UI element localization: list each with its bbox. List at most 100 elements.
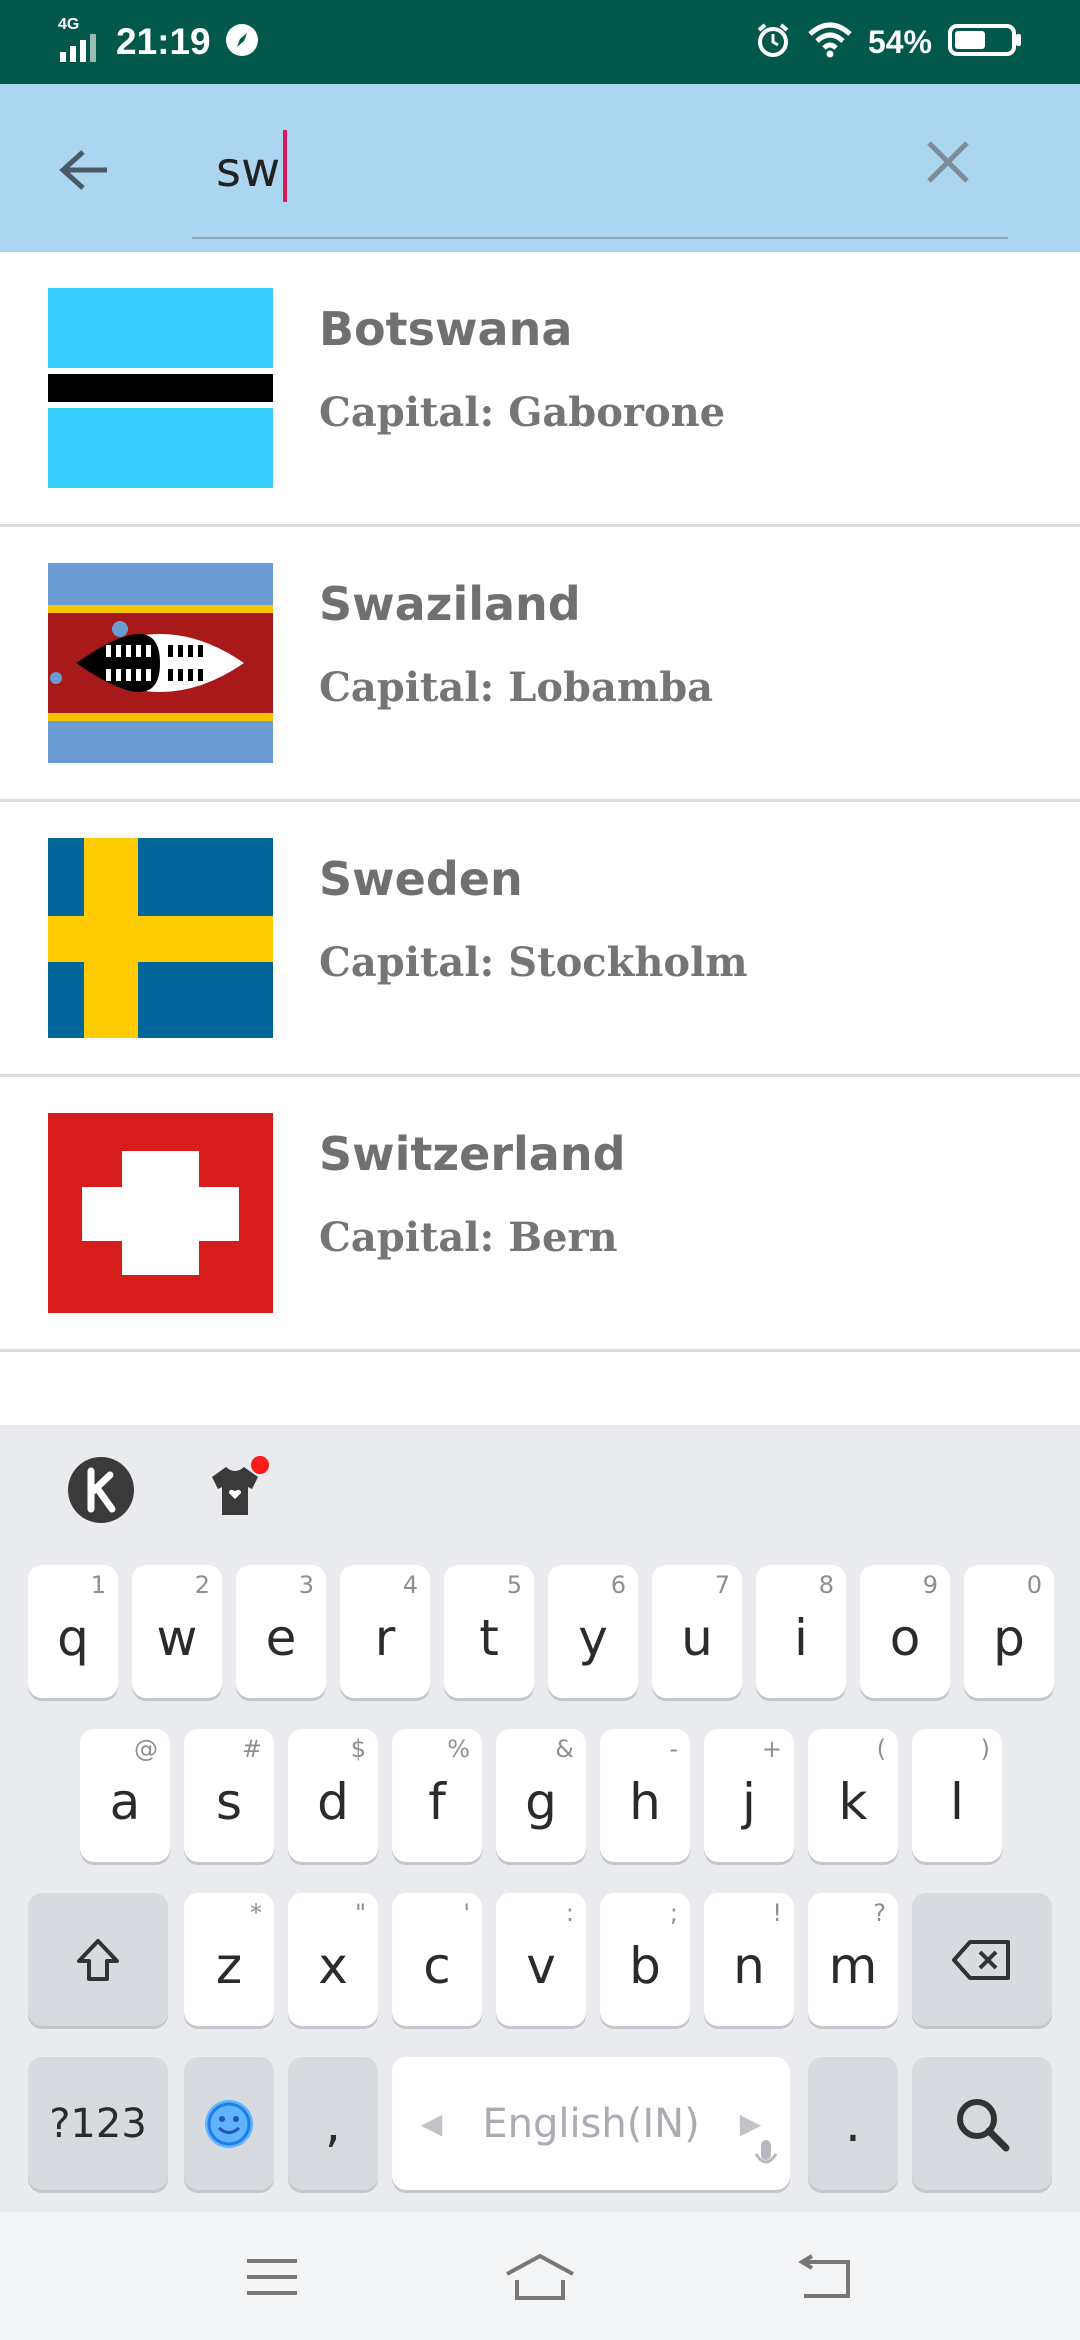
mic-icon: [752, 2128, 780, 2186]
key-a[interactable]: @ a: [80, 1729, 170, 1862]
key-n[interactable]: ! n: [704, 1893, 794, 2026]
battery-icon: [948, 23, 1022, 61]
key-hint: *: [250, 1899, 262, 1927]
search-input[interactable]: [192, 132, 916, 208]
key-label: f: [428, 1772, 446, 1831]
key-p[interactable]: 0p: [964, 1565, 1054, 1698]
country-name: Swaziland: [319, 577, 581, 631]
key-d[interactable]: $ d: [288, 1729, 378, 1862]
text-cursor: [283, 130, 287, 202]
period-key[interactable]: .: [808, 2057, 898, 2190]
key-y[interactable]: 6y: [548, 1565, 638, 1698]
backspace-key[interactable]: [912, 1893, 1052, 2026]
key-label: l: [950, 1772, 964, 1831]
key-c[interactable]: ' c: [392, 1893, 482, 2026]
key-label: m: [828, 1936, 878, 1995]
key-b[interactable]: ; b: [600, 1893, 690, 2026]
results-list: Botswana Capital: Gaborone Swaziland Cap…: [0, 252, 1080, 1352]
key-label: b: [629, 1936, 661, 1995]
alarm-icon: [754, 21, 792, 63]
search-underline: [192, 237, 1008, 239]
key-label: x: [318, 1936, 348, 1995]
key-hint: 2: [194, 1571, 210, 1599]
key-e[interactable]: 3e: [236, 1565, 326, 1698]
key-hint: !: [772, 1899, 782, 1927]
search-key[interactable]: [912, 2057, 1052, 2190]
capital-text: Capital: Bern: [319, 1214, 618, 1261]
key-hint: 6: [610, 1571, 626, 1599]
home-icon[interactable]: [500, 2242, 580, 2312]
back-button[interactable]: [44, 132, 124, 212]
clear-search-button[interactable]: [908, 124, 988, 204]
compass-icon: [225, 23, 259, 61]
key-label: u: [681, 1608, 713, 1667]
list-item[interactable]: Switzerland Capital: Bern: [0, 1077, 1080, 1352]
key-hint: 9: [922, 1571, 938, 1599]
key-label: c: [423, 1936, 451, 1995]
key-x[interactable]: " x: [288, 1893, 378, 2026]
list-item[interactable]: Sweden Capital: Stockholm: [0, 802, 1080, 1077]
key-label: i: [794, 1608, 808, 1667]
key-hint: 8: [818, 1571, 834, 1599]
key-h[interactable]: -h: [600, 1729, 690, 1862]
key-j[interactable]: + j: [704, 1729, 794, 1862]
key-label: e: [265, 1608, 297, 1667]
k-logo-icon[interactable]: [66, 1455, 136, 1525]
key-hint: +: [761, 1735, 782, 1763]
key-v[interactable]: :v: [496, 1893, 586, 2026]
shift-key[interactable]: [28, 1893, 168, 2026]
clock: 21:19: [116, 21, 211, 62]
key-z[interactable]: * z: [184, 1893, 274, 2026]
key-hint: %: [447, 1735, 470, 1763]
list-item[interactable]: Botswana Capital: Gaborone: [0, 252, 1080, 527]
key-i[interactable]: 8i: [756, 1565, 846, 1698]
key-s[interactable]: # s: [184, 1729, 274, 1862]
key-label: n: [733, 1936, 765, 1995]
key-hint: $: [350, 1735, 366, 1763]
key-label: s: [215, 1772, 243, 1831]
key-hint: ': [463, 1899, 470, 1927]
key-hint: ;: [669, 1899, 678, 1927]
key-l[interactable]: ) l: [912, 1729, 1002, 1862]
key-hint: 1: [90, 1571, 106, 1599]
key-u[interactable]: 7u: [652, 1565, 742, 1698]
key-label: h: [629, 1772, 661, 1831]
key-label: g: [525, 1772, 557, 1831]
key-hint: (: [876, 1735, 886, 1763]
emoji-key[interactable]: [184, 2057, 274, 2190]
signal-icon: 4G: [58, 16, 102, 62]
key-r[interactable]: 4r: [340, 1565, 430, 1698]
key-hint: &: [555, 1735, 574, 1763]
list-item[interactable]: Swaziland Capital: Lobamba: [0, 527, 1080, 802]
key-hint: @: [134, 1735, 158, 1763]
key-hint: 3: [298, 1571, 314, 1599]
key-f[interactable]: % f: [392, 1729, 482, 1862]
key-k[interactable]: (k: [808, 1729, 898, 1862]
keyboard: 1 q 2 w 3 e 4 r 5 t 6 y 7 u 8 i 9 o 0 p @ a # s $ d% f & g - h + j(k) l * z…: [0, 1425, 1080, 2212]
key-label: y: [578, 1608, 608, 1667]
key-m[interactable]: ? m: [808, 1893, 898, 2026]
switzerland-flag: [48, 1113, 273, 1313]
back-icon[interactable]: [784, 2242, 864, 2312]
key-g[interactable]: & g: [496, 1729, 586, 1862]
symbols-key[interactable]: ?123: [28, 2057, 168, 2190]
key-q[interactable]: 1q: [28, 1565, 118, 1698]
country-name: Switzerland: [319, 1127, 626, 1181]
key-hint: 7: [714, 1571, 730, 1599]
key-t[interactable]: 5t: [444, 1565, 534, 1698]
capital-text: Capital: Stockholm: [319, 939, 748, 986]
key-label: q: [57, 1608, 89, 1667]
key-w[interactable]: 2w: [132, 1565, 222, 1698]
swaziland-flag: [48, 563, 273, 763]
backspace-icon: [952, 1939, 1010, 1980]
key-hint: ": [354, 1899, 366, 1927]
country-name: Botswana: [319, 302, 573, 356]
key-label: r: [374, 1608, 396, 1667]
key-hint: ): [980, 1735, 990, 1763]
space-key[interactable]: ◀ English(IN) ▶: [392, 2057, 790, 2190]
menu-icon[interactable]: [232, 2242, 312, 2312]
tshirt-icon[interactable]: [200, 1455, 270, 1525]
comma-key[interactable]: ,: [288, 2057, 378, 2190]
key-o[interactable]: 9o: [860, 1565, 950, 1698]
key-hint: :: [565, 1899, 574, 1927]
